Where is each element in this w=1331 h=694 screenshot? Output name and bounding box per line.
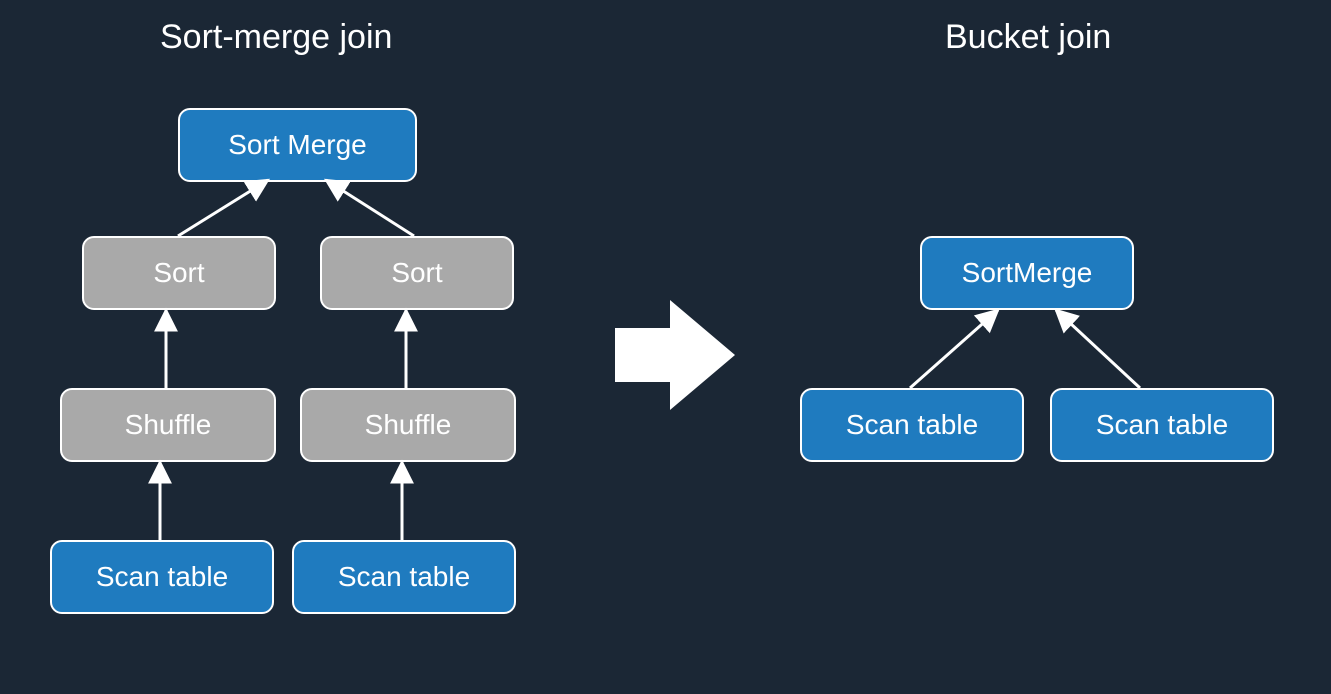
node-scan-right: Scan table xyxy=(292,540,516,614)
node-sortmerge-right: SortMerge xyxy=(920,236,1134,310)
transition-arrow-icon xyxy=(615,300,735,410)
node-shuffle-left: Shuffle xyxy=(60,388,276,462)
node-sort-left: Sort xyxy=(82,236,276,310)
node-sort-right: Sort xyxy=(320,236,514,310)
node-scan-right-left: Scan table xyxy=(800,388,1024,462)
title-bucket-join: Bucket join xyxy=(945,18,1111,57)
node-scan-right-right: Scan table xyxy=(1050,388,1274,462)
node-scan-left: Scan table xyxy=(50,540,274,614)
node-sort-merge: Sort Merge xyxy=(178,108,417,182)
title-sort-merge-join: Sort-merge join xyxy=(160,18,392,57)
node-shuffle-right: Shuffle xyxy=(300,388,516,462)
